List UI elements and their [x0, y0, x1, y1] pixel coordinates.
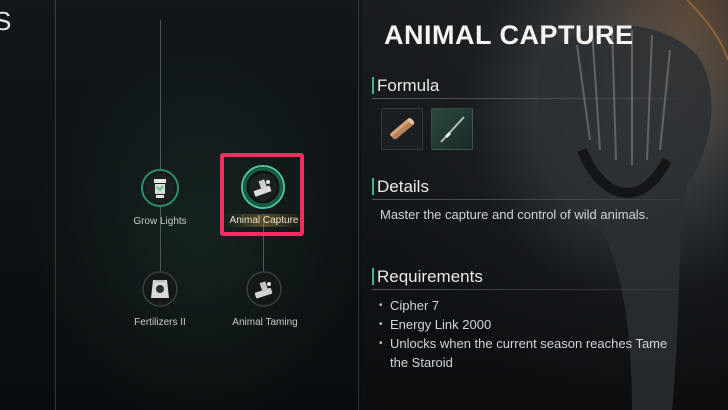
requirement-item: Unlocks when the current season reaches …: [378, 334, 678, 372]
formula-item[interactable]: [381, 108, 423, 150]
section-divider: [372, 289, 677, 290]
tech-node-label: Fertilizers II: [134, 317, 186, 328]
requirements-heading: Requirements: [372, 268, 672, 285]
detail-title: ANIMAL CAPTURE: [384, 20, 634, 50]
selected-node-label: Animal Capture: [225, 214, 303, 227]
wood-log-icon: [390, 117, 415, 140]
requirements-list: Cipher 7 Energy Link 2000 Unlocks when t…: [378, 296, 678, 372]
tech-node-label: Animal Taming: [232, 317, 298, 328]
details-section: Details: [372, 178, 677, 200]
tree-connector: [160, 20, 161, 170]
tech-node-grow-lights[interactable]: [140, 168, 180, 208]
section-divider: [372, 98, 677, 99]
formula-heading: Formula: [372, 77, 672, 94]
tech-node-animal-taming[interactable]: [246, 271, 282, 307]
tree-heading: S: [0, 6, 13, 36]
tech-node-label: Grow Lights: [133, 216, 187, 227]
metal-rod-icon: [440, 116, 465, 143]
requirements-section: Requirements: [372, 268, 677, 290]
formula-section: Formula: [372, 77, 677, 99]
tech-node-label: Animal Capture: [225, 214, 303, 227]
details-panel: ANIMAL CAPTURE Formula Details Master th…: [362, 0, 728, 410]
taming-device-icon: [246, 271, 282, 307]
column-divider: [358, 0, 359, 410]
requirement-item: Energy Link 2000: [378, 315, 678, 334]
grow-light-icon: [141, 169, 179, 207]
tech-node-fertilizers-ii[interactable]: [142, 271, 178, 307]
section-divider: [372, 199, 677, 200]
tech-tree-panel: S Grow Lights Animal Capture Fertilizers…: [0, 0, 362, 410]
fertilizer-bag-icon: [142, 271, 178, 307]
requirement-item: Cipher 7: [378, 296, 678, 315]
column-divider: [55, 0, 56, 410]
formula-item[interactable]: [431, 108, 473, 150]
detail-description: Master the capture and control of wild a…: [380, 207, 649, 222]
details-heading: Details: [372, 178, 672, 195]
